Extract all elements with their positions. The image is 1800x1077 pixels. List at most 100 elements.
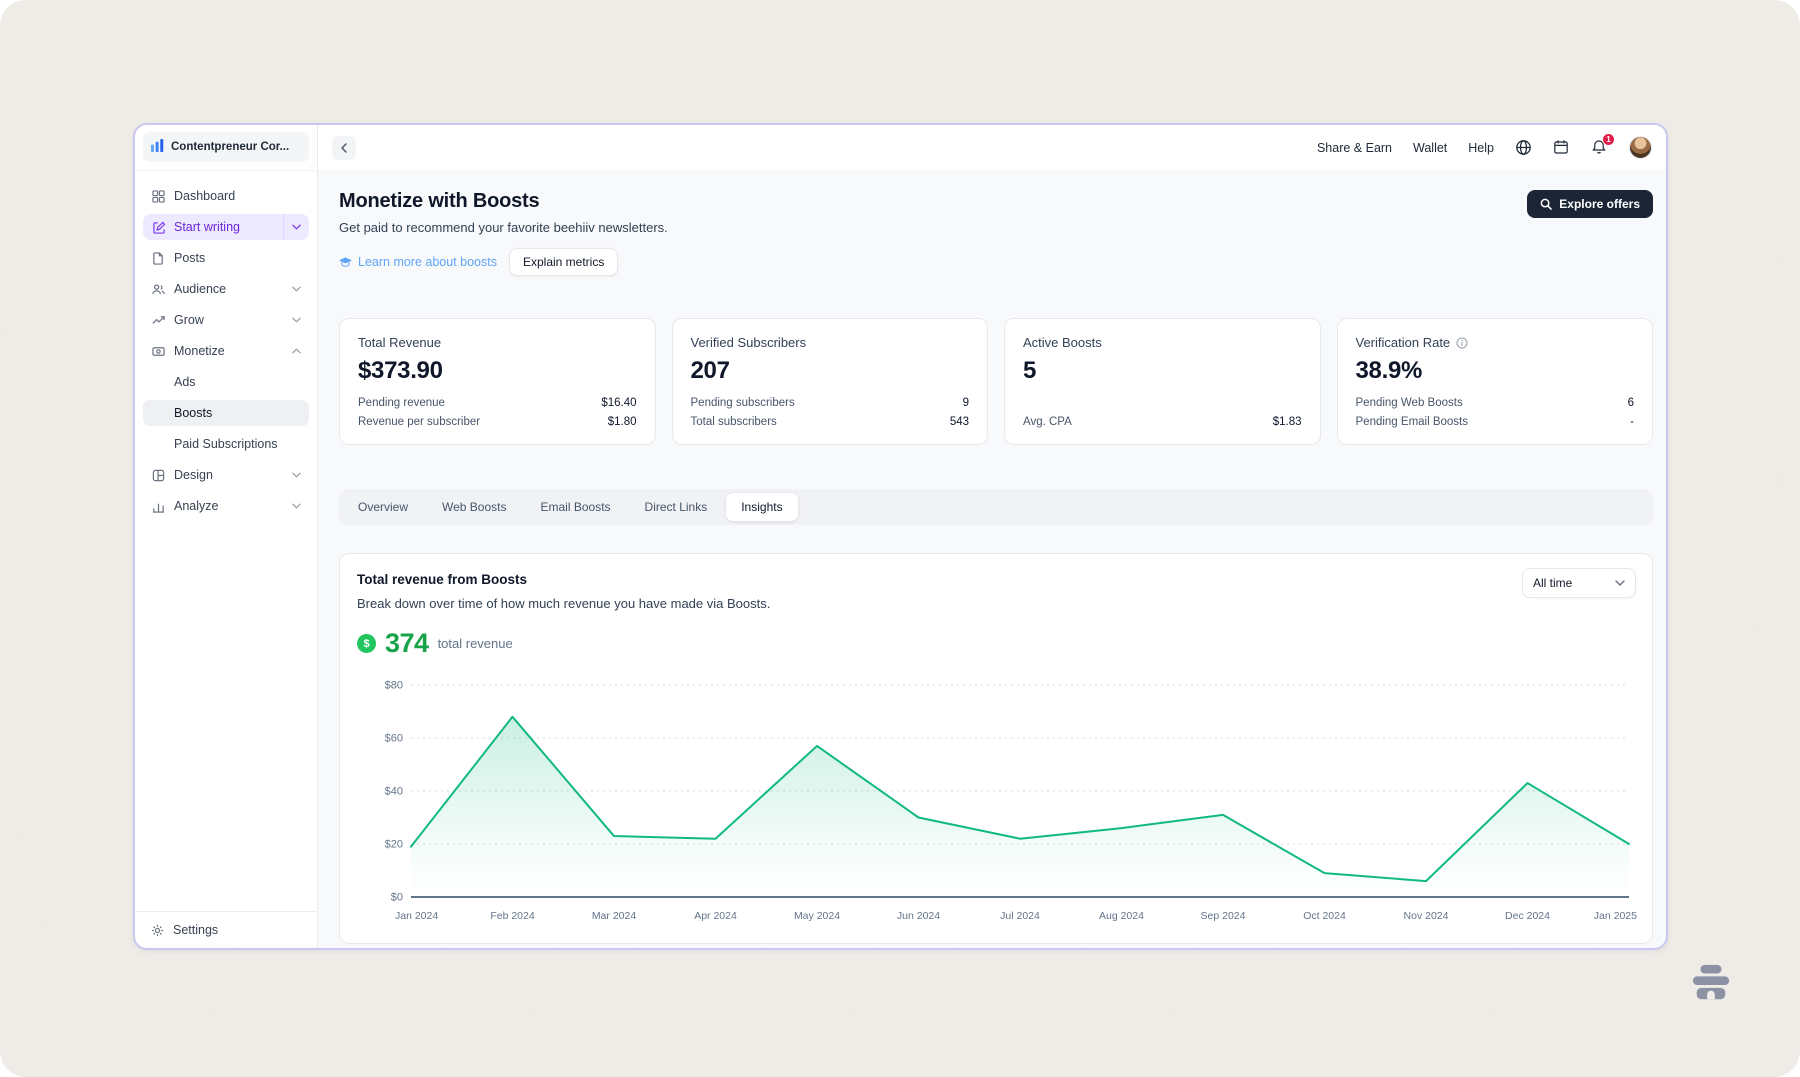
tab-direct-links[interactable]: Direct Links [630,493,723,521]
chevron-down-icon [1615,580,1625,586]
share-and-earn-link[interactable]: Share & Earn [1317,141,1392,155]
revenue-chart: $0$20$40$60$80Jan 2024Feb 2024Mar 2024Ap… [357,669,1641,925]
trending-up-icon [151,313,165,327]
globe-icon[interactable] [1515,139,1532,156]
tab-overview[interactable]: Overview [343,493,423,521]
stat-title: Active Boosts [1023,335,1302,350]
revenue-chart-card: Total revenue from Boosts Break down ove… [339,553,1653,944]
svg-text:$20: $20 [385,839,403,851]
stat-title: Verification Rate [1356,335,1451,350]
sidebar-item-monetize[interactable]: Monetize [143,338,309,364]
chevron-down-icon [292,503,301,509]
svg-text:Aug 2024: Aug 2024 [1099,910,1144,922]
svg-text:Oct 2024: Oct 2024 [1303,910,1346,922]
sidebar-item-label: Grow [174,313,204,327]
stat-row-value: - [1630,416,1634,428]
sidebar-item-audience[interactable]: Audience [143,276,309,302]
workspace-switcher[interactable]: Contentpreneur Cor... [143,132,309,162]
stat-value: $373.90 [358,357,637,385]
sidebar-item-analyze[interactable]: Analyze [143,493,309,519]
tab-insights[interactable]: Insights [726,493,797,521]
sidebar-subitem-ads[interactable]: Ads [143,369,309,395]
page-subtitle: Get paid to recommend your favorite beeh… [339,220,668,235]
bell-icon[interactable]: 1 [1591,139,1608,156]
sidebar-item-start-writing[interactable]: Start writing [143,214,309,240]
svg-text:Mar 2024: Mar 2024 [592,910,637,922]
stat-card-total-revenue: Total Revenue $373.90 Pending revenue$16… [339,318,656,445]
chevron-down-icon [292,472,301,478]
sidebar-collapse-button[interactable] [332,136,356,160]
sidebar-item-label: Design [174,468,213,482]
search-icon [1540,198,1552,210]
sidebar-nav: Dashboard Start writing Posts Audience [135,171,317,911]
stat-row-value: 6 [1628,397,1634,409]
svg-text:Apr 2024: Apr 2024 [694,910,737,922]
page-title: Monetize with Boosts [339,190,668,213]
stat-row-label: Pending revenue [358,397,445,409]
app-window: Contentpreneur Cor... Dashboard Start wr… [133,123,1668,950]
svg-text:May 2024: May 2024 [794,910,840,922]
svg-text:Feb 2024: Feb 2024 [490,910,535,922]
explain-metrics-button[interactable]: Explain metrics [509,248,618,276]
stat-row-label: Avg. CPA [1023,416,1072,428]
time-range-value: All time [1533,576,1572,590]
learn-more-link[interactable]: Learn more about boosts [339,255,497,269]
sidebar-item-label: Dashboard [174,189,235,203]
calendar-icon[interactable] [1553,139,1570,156]
stat-row-value: $1.80 [608,416,637,428]
help-link[interactable]: Help [1468,141,1494,155]
stat-row-label: Revenue per subscriber [358,416,480,428]
info-icon[interactable] [1456,337,1468,349]
chart-subtitle: Break down over time of how much revenue… [357,596,1636,611]
page-content: Monetize with Boosts Get paid to recomme… [318,170,1666,948]
svg-text:Dec 2024: Dec 2024 [1505,910,1550,922]
desktop-background: Contentpreneur Cor... Dashboard Start wr… [0,0,1800,1077]
explore-offers-button[interactable]: Explore offers [1527,190,1653,218]
sidebar-item-label: Analyze [174,499,218,513]
sidebar-item-design[interactable]: Design [143,462,309,488]
sidebar-item-label: Audience [174,282,226,296]
stat-value: 5 [1023,357,1302,385]
explore-offers-label: Explore offers [1559,197,1640,211]
tab-web-boosts[interactable]: Web Boosts [427,493,521,521]
settings-label: Settings [173,923,218,937]
banknote-icon [151,344,165,358]
svg-text:$60: $60 [385,733,403,745]
sidebar-item-grow[interactable]: Grow [143,307,309,333]
graduation-cap-icon [339,257,352,268]
wallet-link[interactable]: Wallet [1413,141,1447,155]
sidebar-subitem-boosts[interactable]: Boosts [143,400,309,426]
chevron-down-icon[interactable] [283,214,309,240]
svg-text:Nov 2024: Nov 2024 [1404,910,1449,922]
sidebar-item-dashboard[interactable]: Dashboard [143,183,309,209]
beehiiv-logo-icon [151,139,164,155]
total-revenue-label: total revenue [438,636,513,651]
sidebar-header: Contentpreneur Cor... [135,125,317,171]
svg-text:Jun 2024: Jun 2024 [897,910,940,922]
tab-email-boosts[interactable]: Email Boosts [526,493,626,521]
sidebar: Contentpreneur Cor... Dashboard Start wr… [135,125,318,948]
sidebar-subitem-label: Boosts [174,406,212,420]
bar-chart-icon [151,499,165,513]
pencil-square-icon [152,220,166,234]
time-range-select[interactable]: All time [1522,568,1636,598]
stat-value: 207 [691,357,970,385]
stat-card-verification-rate: Verification Rate 38.9% Pending Web Boos… [1337,318,1654,445]
sidebar-item-posts[interactable]: Posts [143,245,309,271]
avatar[interactable] [1629,136,1652,159]
stat-card-verified-subscribers: Verified Subscribers 207 Pending subscri… [672,318,989,445]
stat-row-value: $16.40 [601,397,636,409]
stat-row-label: Pending Email Boosts [1356,416,1469,428]
sidebar-item-settings[interactable]: Settings [135,911,317,948]
svg-text:Sep 2024: Sep 2024 [1201,910,1246,922]
svg-text:Jan 2024: Jan 2024 [395,910,438,922]
total-revenue-value: 374 [385,628,429,659]
stat-row-value: $1.83 [1273,416,1302,428]
chevron-up-icon [292,348,301,354]
sidebar-item-label: Posts [174,251,205,265]
svg-text:$80: $80 [385,680,403,692]
chevron-down-icon [292,317,301,323]
sidebar-subitem-paid-subscriptions[interactable]: Paid Subscriptions [143,431,309,457]
beehiiv-hive-watermark-icon [1688,963,1734,1010]
stat-row-value: 9 [963,397,969,409]
